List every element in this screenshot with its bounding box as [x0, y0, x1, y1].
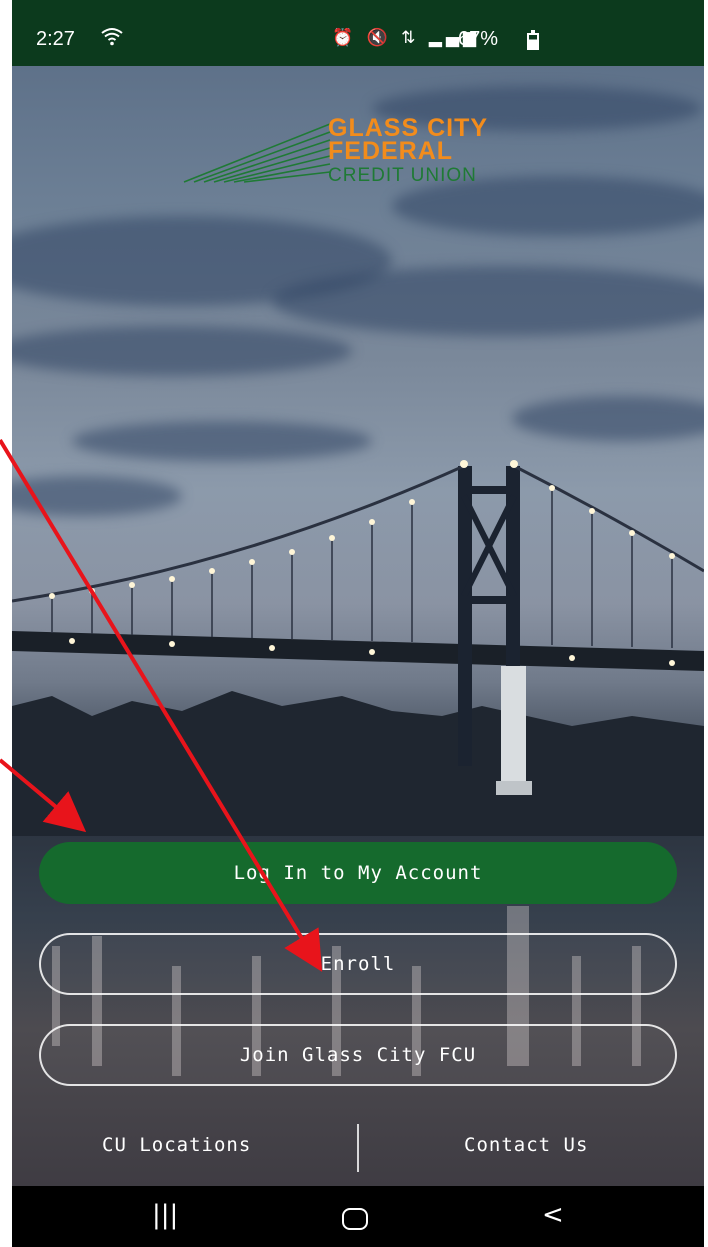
- navigation-bar: ||| <: [12, 1186, 704, 1247]
- enroll-button[interactable]: Enroll: [39, 933, 677, 995]
- recents-icon[interactable]: |||: [152, 1200, 178, 1230]
- wifi-icon: [100, 24, 124, 53]
- glass-city-logo: GLASS CITY FEDERAL CREDIT UNION: [182, 112, 542, 192]
- join-button[interactable]: Join Glass City FCU: [39, 1024, 677, 1086]
- status-time: 2:27: [36, 28, 75, 50]
- battery-percent: 67%: [458, 28, 499, 50]
- logo-text-credit-union: CREDIT UNION: [328, 165, 477, 186]
- logo-stripes-icon: [183, 123, 331, 183]
- login-button[interactable]: Log In to My Account: [39, 842, 677, 904]
- contact-us-link[interactable]: Contact Us: [464, 1134, 588, 1156]
- footer-links: CU Locations Contact Us: [12, 1118, 704, 1176]
- battery-icon: [527, 30, 539, 50]
- cu-locations-link[interactable]: CU Locations: [102, 1134, 251, 1156]
- bridge-illustration: [12, 460, 704, 1076]
- footer-divider: [357, 1124, 359, 1172]
- home-icon[interactable]: [342, 1208, 368, 1230]
- back-icon[interactable]: <: [542, 1200, 564, 1230]
- status-bar: 2:27 ⏰ 🔇 ⇅ ▂▄▆ 67%: [12, 0, 704, 66]
- logo-text-federal: FEDERAL: [328, 137, 454, 165]
- background-photo: [12, 66, 704, 1186]
- phone-screen: 2:27 ⏰ 🔇 ⇅ ▂▄▆ 67% GLASS CITY FEDERAL CR…: [12, 0, 704, 1247]
